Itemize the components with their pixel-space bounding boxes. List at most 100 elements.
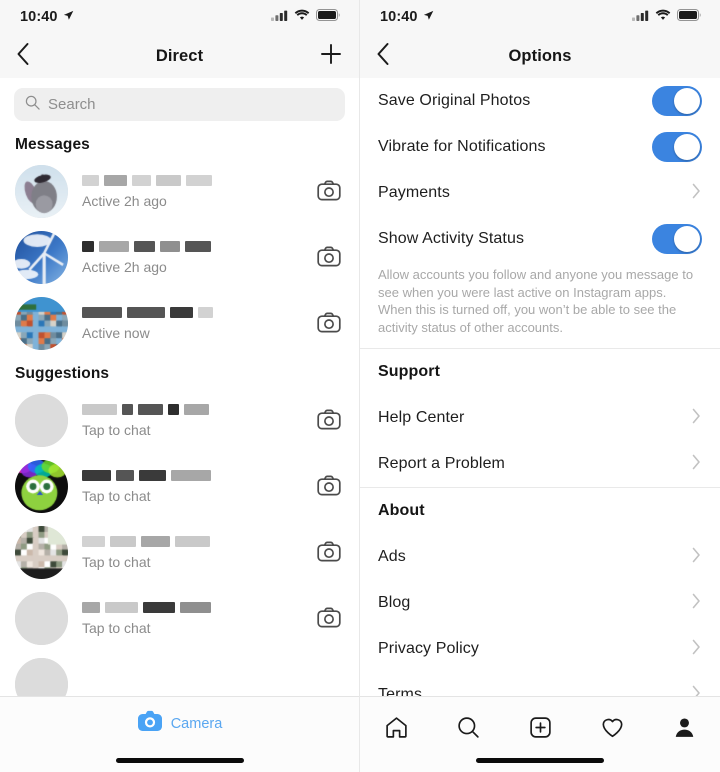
avatar[interactable] (15, 393, 68, 447)
direct-nav-bar: Direct (0, 34, 359, 78)
username-redacted (82, 174, 314, 187)
chat-item-texts: Active now (82, 306, 314, 341)
options-group-header: Support (360, 349, 720, 395)
activity-status-description: Allow accounts you follow and anyone you… (378, 267, 694, 335)
options-row-label: Vibrate for Notifications (378, 138, 546, 155)
options-row-label: Help Center (378, 409, 465, 426)
page-title: Options (508, 46, 572, 65)
options-row-help-center[interactable]: Help Center (360, 395, 720, 441)
redacted-block (99, 240, 129, 252)
direct-list-scroll[interactable]: Messages Active 2h ago Active 2h ago Active… (0, 127, 359, 765)
chat-item-subtitle: Tap to chat (82, 619, 151, 636)
tab-home[interactable] (376, 711, 416, 743)
camera-icon[interactable] (314, 471, 344, 501)
cellular-signal-icon (632, 8, 649, 26)
username-redacted (82, 403, 314, 416)
camera-tab-bar[interactable]: Camera (0, 696, 359, 772)
tab-add[interactable] (520, 711, 560, 743)
options-row-blog[interactable]: Blog (360, 580, 720, 626)
screenshot-root: 10:40 Direct Search Messages Active 2h a… (0, 0, 720, 772)
status-bar-time-right: 10:40 (380, 9, 418, 25)
chat-item-subtitle: Tap to chat (82, 487, 151, 504)
redacted-block (82, 535, 105, 547)
options-nav-bar: Options (360, 34, 720, 78)
chat-list-item[interactable]: Active now (0, 290, 359, 356)
options-group-title: About (378, 502, 425, 519)
options-row-label: Show Activity Status (378, 230, 525, 247)
camera-icon[interactable] (314, 405, 344, 435)
camera-icon[interactable] (314, 308, 344, 338)
back-button[interactable] (16, 41, 42, 71)
camera-icon[interactable] (314, 242, 344, 272)
camera-icon[interactable] (314, 176, 344, 206)
redacted-block (122, 403, 133, 415)
options-row-show-activity-status[interactable]: Show Activity Status (360, 216, 720, 262)
redacted-block (170, 306, 193, 318)
redacted-block (110, 535, 136, 547)
chat-list-item[interactable]: Active 2h ago (0, 224, 359, 290)
options-row-label: Ads (378, 548, 406, 565)
toggle-vibrate-for-notifications[interactable] (652, 132, 702, 162)
toggle-knob (674, 134, 700, 160)
chat-list-item[interactable]: Tap to chat (0, 453, 359, 519)
chat-list-item[interactable]: Tap to chat (0, 387, 359, 453)
chat-item-texts: Active 2h ago (82, 240, 314, 275)
tab-activity[interactable] (592, 711, 632, 743)
options-list-scroll[interactable]: Save Original Photos Vibrate for Notifica… (360, 78, 720, 738)
chat-item-subtitle: Tap to chat (82, 553, 151, 570)
redacted-block (82, 174, 99, 186)
avatar[interactable] (15, 164, 68, 218)
search-input[interactable]: Search (14, 88, 345, 121)
options-row-ads[interactable]: Ads (360, 534, 720, 580)
options-row-privacy-policy[interactable]: Privacy Policy (360, 626, 720, 672)
chat-list-item[interactable]: Tap to chat (0, 519, 359, 585)
camera-icon[interactable] (314, 537, 344, 567)
redacted-block (168, 403, 179, 415)
options-row-report-a-problem[interactable]: Report a Problem (360, 441, 720, 487)
avatar[interactable] (15, 591, 68, 645)
avatar[interactable] (15, 525, 68, 579)
chat-list-item[interactable]: Tap to chat (0, 585, 359, 651)
camera-button[interactable]: Camera (137, 710, 222, 737)
redacted-block (82, 240, 94, 252)
toggle-knob (674, 88, 700, 114)
chat-item-texts: Active 2h ago (82, 174, 314, 209)
direct-messages-screen: 10:40 Direct Search Messages Active 2h a… (0, 0, 360, 772)
avatar[interactable] (15, 459, 68, 513)
options-group-header: About (360, 488, 720, 534)
options-row-payments[interactable]: Payments (360, 170, 720, 216)
chat-item-subtitle: Tap to chat (82, 421, 151, 438)
chat-item-subtitle: Active now (82, 324, 150, 341)
redacted-block (82, 469, 111, 481)
cellular-signal-icon (271, 8, 288, 26)
status-bar-left: 10:40 (0, 0, 359, 34)
redacted-block (104, 174, 127, 186)
options-row-vibrate-for-notifications[interactable]: Vibrate for Notifications (360, 124, 720, 170)
back-button[interactable] (376, 41, 402, 71)
chevron-right-icon (692, 408, 702, 429)
avatar[interactable] (15, 296, 68, 350)
page-title: Direct (155, 46, 204, 65)
status-bar-time-group-right: 10:40 (380, 9, 434, 25)
tab-search[interactable] (448, 711, 488, 743)
toggle-save-original-photos[interactable] (652, 86, 702, 116)
redacted-block (180, 601, 211, 613)
location-arrow-icon (63, 9, 74, 25)
options-list: Save Original Photos Vibrate for Notifica… (360, 78, 720, 718)
redacted-block (139, 469, 166, 481)
redacted-block (156, 174, 181, 186)
battery-full-icon (316, 8, 341, 26)
options-row-save-original-photos[interactable]: Save Original Photos (360, 78, 720, 124)
camera-icon[interactable] (314, 603, 344, 633)
avatar[interactable] (15, 230, 68, 284)
new-message-button[interactable] (319, 42, 343, 71)
chat-list-item[interactable]: Active 2h ago (0, 158, 359, 224)
chevron-left-icon (16, 42, 30, 71)
section-header-messages: Messages (15, 136, 90, 153)
toggle-show-activity-status[interactable] (652, 224, 702, 254)
redacted-block (105, 601, 138, 613)
wifi-icon (294, 8, 310, 26)
tab-profile[interactable] (664, 711, 704, 743)
battery-full-icon (677, 8, 702, 26)
redacted-block (160, 240, 180, 252)
